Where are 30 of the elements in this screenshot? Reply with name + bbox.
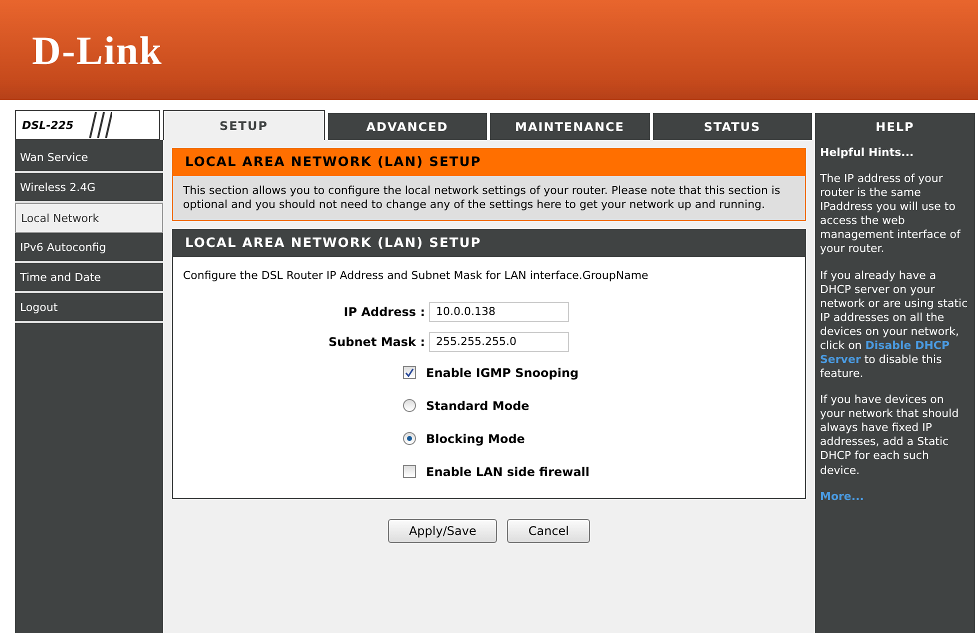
sidebar-item[interactable]: Local Network <box>15 203 163 233</box>
option-label: Blocking Mode <box>426 432 525 446</box>
form-description: Configure the DSL Router IP Address and Subnet Mask for LAN interface.GroupName <box>182 268 650 284</box>
option-label: Standard Mode <box>426 398 530 412</box>
intro-text: This section allows you to configure the local network settings of your router. Please note that this section is optional and you should not need to change any of the settings here to get your network up and running. <box>182 183 782 213</box>
help-tab[interactable]: HELP <box>815 113 975 140</box>
option-label: Enable LAN side firewall <box>426 464 590 478</box>
field-label: IP Address : <box>342 304 426 318</box>
radio-button[interactable] <box>403 399 416 412</box>
nav-tab[interactable]: MAINTENANCE <box>490 113 650 140</box>
section-title: LOCAL AREA NETWORK (LAN) SETUP <box>173 149 805 176</box>
model-name: DSL-225 <box>22 118 74 132</box>
input-field[interactable]: 10.0.0.138 <box>429 302 569 322</box>
radio-button[interactable] <box>403 432 416 445</box>
checkbox[interactable] <box>403 366 416 379</box>
help-text: The IP address of your router is the same IPaddress you will use to access the web management interface of your router. <box>820 172 962 257</box>
logo: D-Link <box>32 26 162 74</box>
input-field[interactable]: 255.255.255.0 <box>429 332 569 352</box>
nav-tab[interactable]: STATUS <box>652 113 812 140</box>
nav-tab[interactable]: ADVANCED <box>328 113 487 140</box>
field-label: Subnet Mask : <box>327 334 426 348</box>
form-button[interactable]: Apply/Save <box>388 518 498 542</box>
help-text: If you have devices on your network that should always have fixed IP addresses, add a Static DHCP for each such device. <box>820 393 960 478</box>
option-label: Enable IGMP Snooping <box>426 366 579 380</box>
form-button[interactable]: Cancel <box>507 518 590 542</box>
checkbox[interactable] <box>403 465 416 478</box>
nav-tab[interactable]: SETUP <box>163 110 324 140</box>
section-title: LOCAL AREA NETWORK (LAN) SETUP <box>173 230 805 256</box>
help-text: If you already have a DHCP server on your network or are using static IP addresses on all the devices on your network, click on Disable DHCP Server to disable this feature. <box>820 268 969 382</box>
help-title: Helpful Hints... <box>820 146 915 160</box>
